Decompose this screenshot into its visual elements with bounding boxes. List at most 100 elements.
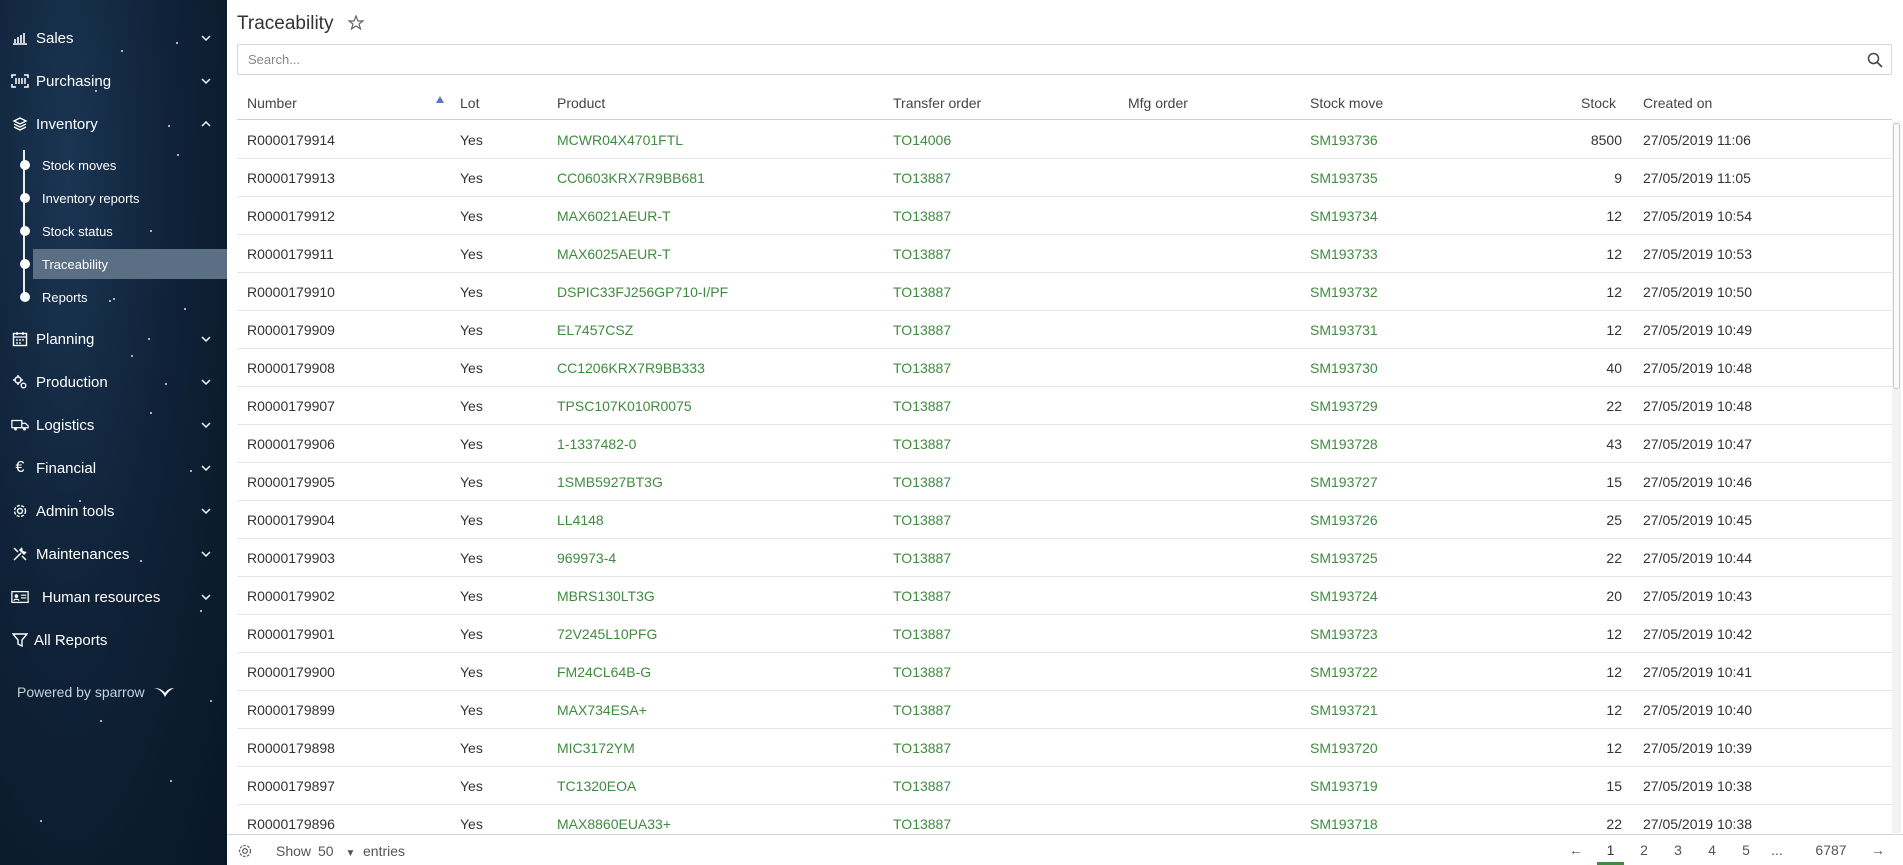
page-5[interactable]: 5 <box>1738 842 1754 858</box>
cell-transfer-order-link[interactable]: TO13887 <box>893 512 951 528</box>
page-3[interactable]: 3 <box>1670 842 1686 858</box>
page-1[interactable]: 1 <box>1597 842 1624 865</box>
column-header-created-on[interactable]: Created on <box>1643 95 1712 111</box>
cell-transfer-order-link[interactable]: TO13887 <box>893 398 951 414</box>
cell-transfer-order-link[interactable]: TO13887 <box>893 474 951 490</box>
cell-stock-move-link[interactable]: SM193727 <box>1310 474 1378 490</box>
cell-transfer-order-link[interactable]: TO13887 <box>893 664 951 680</box>
table-row[interactable]: R0000179902 Yes MBRS130LT3G TO13887 SM193724… <box>237 577 1892 615</box>
cell-product-link[interactable]: CC0603KRX7R9BB681 <box>557 170 705 186</box>
nav-purchasing[interactable]: Purchasing <box>0 63 227 99</box>
sub-item-traceability[interactable]: Traceability <box>20 249 227 279</box>
cell-product-link[interactable]: MBRS130LT3G <box>557 588 655 604</box>
nav-inventory[interactable]: Inventory <box>0 106 227 142</box>
table-row[interactable]: R0000179909 Yes EL7457CSZ TO13887 SM193731 12… <box>237 311 1892 349</box>
column-header-product[interactable]: Product <box>557 95 605 111</box>
search-icon[interactable] <box>1867 52 1883 68</box>
sub-item-stock-moves[interactable]: Stock moves <box>20 150 227 180</box>
cell-stock-move-link[interactable]: SM193729 <box>1310 398 1378 414</box>
table-row[interactable]: R0000179908 Yes CC1206KRX7R9BB333 TO13887 SM… <box>237 349 1892 387</box>
sub-item-reports[interactable]: Reports <box>20 282 227 312</box>
cell-product-link[interactable]: 72V245L10PFG <box>557 626 657 642</box>
cell-product-link[interactable]: TPSC107K010R0075 <box>557 398 692 414</box>
cell-transfer-order-link[interactable]: TO13887 <box>893 360 951 376</box>
cell-transfer-order-link[interactable]: TO13887 <box>893 208 951 224</box>
cell-stock-move-link[interactable]: SM193736 <box>1310 132 1378 148</box>
nav-all-reports[interactable]: All Reports <box>0 622 227 658</box>
table-row[interactable]: R0000179897 Yes TC1320EOA TO13887 SM193719 15… <box>237 767 1892 805</box>
nav-maintenances[interactable]: Maintenances <box>0 536 227 572</box>
cell-stock-move-link[interactable]: SM193719 <box>1310 778 1378 794</box>
cell-transfer-order-link[interactable]: TO13887 <box>893 778 951 794</box>
cell-stock-move-link[interactable]: SM193728 <box>1310 436 1378 452</box>
page-size-select[interactable]: 50 ▼ <box>318 843 355 859</box>
search-input[interactable] <box>238 45 1838 74</box>
cell-transfer-order-link[interactable]: TO13887 <box>893 626 951 642</box>
table-row[interactable]: R0000179901 Yes 72V245L10PFG TO13887 SM19372… <box>237 615 1892 653</box>
cell-stock-move-link[interactable]: SM193724 <box>1310 588 1378 604</box>
cell-transfer-order-link[interactable]: TO13887 <box>893 170 951 186</box>
table-row[interactable]: R0000179904 Yes LL4148 TO13887 SM193726 25 27/… <box>237 501 1892 539</box>
cell-transfer-order-link[interactable]: TO13887 <box>893 284 951 300</box>
nav-financial[interactable]: € Financial <box>0 450 227 486</box>
cell-transfer-order-link[interactable]: TO13887 <box>893 246 951 262</box>
cell-stock-move-link[interactable]: SM193718 <box>1310 816 1378 832</box>
cell-stock-move-link[interactable]: SM193720 <box>1310 740 1378 756</box>
cell-product-link[interactable]: 969973-4 <box>557 550 616 566</box>
table-row[interactable]: R0000179910 Yes DSPIC33FJ256GP710-I/PF TO13… <box>237 273 1892 311</box>
next-page-arrow-icon[interactable]: → <box>1868 842 1888 858</box>
favorite-star-icon[interactable] <box>347 14 365 32</box>
cell-stock-move-link[interactable]: SM193725 <box>1310 550 1378 566</box>
table-row[interactable]: R0000179900 Yes FM24CL64B-G TO13887 SM193722… <box>237 653 1892 691</box>
column-header-stock-move[interactable]: Stock move <box>1310 95 1383 111</box>
table-row[interactable]: R0000179906 Yes 1-1337482-0 TO13887 SM193728… <box>237 425 1892 463</box>
table-row[interactable]: R0000179898 Yes MIC3172YM TO13887 SM193720 12… <box>237 729 1892 767</box>
cell-product-link[interactable]: 1SMB5927BT3G <box>557 474 663 490</box>
vertical-scrollbar[interactable] <box>1892 121 1901 833</box>
table-row[interactable]: R0000179912 Yes MAX6021AEUR-T TO13887 SM1937… <box>237 197 1892 235</box>
cell-stock-move-link[interactable]: SM193726 <box>1310 512 1378 528</box>
sort-ascending-icon[interactable] <box>436 96 444 103</box>
cell-stock-move-link[interactable]: SM193732 <box>1310 284 1378 300</box>
cell-transfer-order-link[interactable]: TO13887 <box>893 588 951 604</box>
cell-transfer-order-link[interactable]: TO13887 <box>893 550 951 566</box>
page-2[interactable]: 2 <box>1636 842 1652 858</box>
nav-human-resources[interactable]: Human resources <box>0 579 227 615</box>
cell-product-link[interactable]: MIC3172YM <box>557 740 635 756</box>
table-row[interactable]: R0000179905 Yes 1SMB5927BT3G TO13887 SM19372… <box>237 463 1892 501</box>
cell-transfer-order-link[interactable]: TO13887 <box>893 816 951 832</box>
table-row[interactable]: R0000179899 Yes MAX734ESA+ TO13887 SM193721 1… <box>237 691 1892 729</box>
cell-stock-move-link[interactable]: SM193730 <box>1310 360 1378 376</box>
page-4[interactable]: 4 <box>1704 842 1720 858</box>
cell-transfer-order-link[interactable]: TO14006 <box>893 132 951 148</box>
cell-stock-move-link[interactable]: SM193734 <box>1310 208 1378 224</box>
nav-production[interactable]: Production <box>0 364 227 400</box>
cell-stock-move-link[interactable]: SM193721 <box>1310 702 1378 718</box>
column-header-mfg-order[interactable]: Mfg order <box>1128 95 1188 111</box>
cell-product-link[interactable]: MAX734ESA+ <box>557 702 647 718</box>
cell-product-link[interactable]: MAX6025AEUR-T <box>557 246 671 262</box>
cell-product-link[interactable]: MCWR04X4701FTL <box>557 132 683 148</box>
cell-product-link[interactable]: LL4148 <box>557 512 604 528</box>
cell-transfer-order-link[interactable]: TO13887 <box>893 322 951 338</box>
cell-stock-move-link[interactable]: SM193735 <box>1310 170 1378 186</box>
sub-item-stock-status[interactable]: Stock status <box>20 216 227 246</box>
page-last[interactable]: 6787 <box>1811 842 1851 858</box>
cell-product-link[interactable]: 1-1337482-0 <box>557 436 636 452</box>
cell-stock-move-link[interactable]: SM193723 <box>1310 626 1378 642</box>
cell-product-link[interactable]: FM24CL64B-G <box>557 664 651 680</box>
table-row[interactable]: R0000179911 Yes MAX6025AEUR-T TO13887 SM1937… <box>237 235 1892 273</box>
table-row[interactable]: R0000179907 Yes TPSC107K010R0075 TO13887 SM1… <box>237 387 1892 425</box>
scrollbar-thumb[interactable] <box>1893 123 1900 389</box>
nav-logistics[interactable]: Logistics <box>0 407 227 443</box>
settings-gear-icon[interactable] <box>237 843 253 859</box>
table-row[interactable]: R0000179896 Yes MAX8860EUA33+ TO13887 SM1937… <box>237 805 1892 833</box>
cell-stock-move-link[interactable]: SM193733 <box>1310 246 1378 262</box>
cell-product-link[interactable]: EL7457CSZ <box>557 322 633 338</box>
table-row[interactable]: R0000179903 Yes 969973-4 TO13887 SM193725 22 2… <box>237 539 1892 577</box>
cell-product-link[interactable]: MAX6021AEUR-T <box>557 208 671 224</box>
nav-sales[interactable]: Sales <box>0 20 227 56</box>
nav-admin-tools[interactable]: Admin tools <box>0 493 227 529</box>
cell-product-link[interactable]: MAX8860EUA33+ <box>557 816 671 832</box>
column-header-number[interactable]: Number <box>247 95 297 111</box>
